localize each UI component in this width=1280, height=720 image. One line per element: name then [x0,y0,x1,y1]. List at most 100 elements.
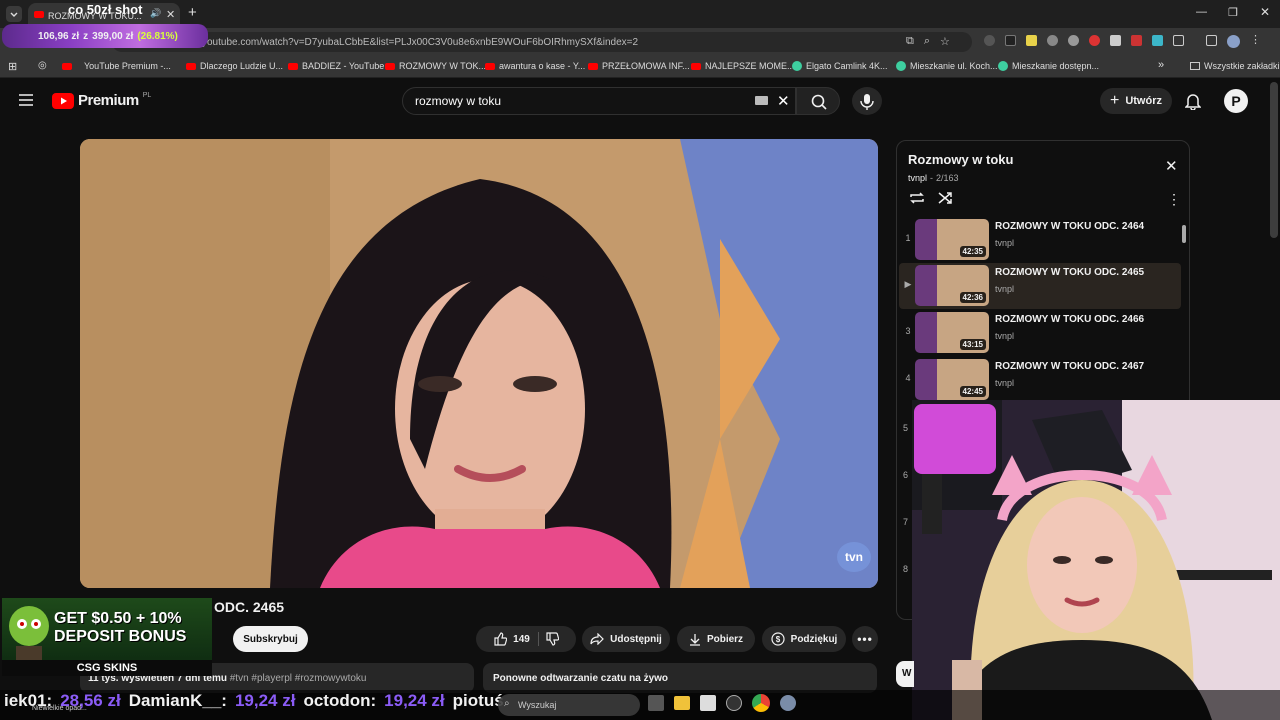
bookmark-item[interactable]: Mieszkanie dostępn... [998,61,1099,71]
search-query: rozmowy w toku [415,94,502,108]
address-bar-actions: ⧉ ⌕ ☆ [906,35,950,48]
store-icon[interactable] [700,695,716,711]
thanks-button[interactable]: $ Podziękuj [762,626,846,652]
taskbar-search[interactable]: ⌕ Wyszukaj [498,694,640,716]
search-button[interactable] [796,87,840,115]
duration-badge: 42:45 [959,386,986,397]
extension-icon[interactable] [1152,35,1163,46]
search-input[interactable]: rozmowy w toku ✕ [402,87,796,115]
globe-icon [896,61,906,71]
extension-shortcut-icon[interactable]: ◎ [38,60,47,71]
loop-icon[interactable] [908,190,926,206]
zoom-icon[interactable]: ⌕ [924,35,930,48]
download-button[interactable]: Pobierz [677,626,755,652]
video-player[interactable]: tvn [80,139,878,588]
reading-list-icon[interactable] [1206,35,1217,46]
close-window-button[interactable]: ✕ [1260,5,1270,19]
notifications-bell-icon[interactable] [1185,92,1201,110]
puzzle-icon[interactable] [1173,35,1184,46]
playlist-item[interactable]: 3 43:15 ROZMOWY W TOKU ODC. 2466 tvnpl [899,310,1181,356]
shuffle-icon[interactable] [937,190,955,206]
share-icon [590,633,605,645]
kebab-menu-icon[interactable]: ⋮ [1250,35,1261,48]
playlist-scrollbar[interactable] [1182,225,1186,243]
minimize-button[interactable]: — [1196,6,1207,18]
more-actions-button[interactable]: ••• [852,626,878,652]
keyboard-icon[interactable] [755,96,768,105]
bookmark-item[interactable]: ROZMOWY W TOK... [385,61,486,71]
bookmark-item[interactable]: Elgato Camlink 4K... [792,61,888,71]
all-bookmarks-folder[interactable]: Wszystkie zakładki [1190,61,1280,71]
maximize-button[interactable]: ❐ [1228,6,1238,19]
dislike-button[interactable] [545,632,559,646]
bookmark-item[interactable]: Dlaczego Ludzie U... [186,61,283,71]
weather-widget[interactable]: Niewielkie opad... [32,705,87,712]
youtube-logo[interactable]: Premium PL [52,92,151,109]
duration-badge: 43:15 [959,339,986,350]
playlist-item-index: 1 [905,233,911,243]
extension-icon[interactable] [1068,35,1079,46]
bookmark-item[interactable]: PRZEŁOMOWA INF... [588,61,690,71]
tab-search-button[interactable] [6,6,22,22]
clock-app-icon[interactable] [726,695,742,711]
extension-icon[interactable] [1005,35,1016,46]
playlist-item-index: 3 [905,326,911,336]
bookmark-item[interactable]: Mieszkanie ul. Koch... [896,61,998,71]
star-bookmark-icon[interactable]: ☆ [940,35,950,48]
extension-icon[interactable] [1089,35,1100,46]
file-explorer-icon[interactable] [674,696,690,710]
webcam-feed [912,400,1280,720]
extension-icon[interactable] [984,35,995,46]
like-button[interactable]: 149 [493,632,539,646]
playlist-channel[interactable]: tvnpl [908,173,927,183]
subscribe-button[interactable]: Subskrybuj [233,626,308,652]
like-count: 149 [513,633,530,645]
webcam-overlay [912,400,1280,720]
shield-icon[interactable] [1110,35,1121,46]
bookmark-item[interactable]: YouTube Premium -... [62,61,171,71]
extension-icon[interactable] [1131,35,1142,46]
task-view-icon[interactable] [648,695,664,711]
speaker-icon[interactable]: 🔊 [150,8,161,19]
live-chat-replay[interactable]: Ponowne odtwarzanie czatu na żywo [483,663,877,693]
settings-gear-icon[interactable] [780,695,796,711]
apps-grid-icon[interactable]: ⊞ [8,60,17,73]
create-button[interactable]: + Utwórz [1100,88,1172,114]
chrome-icon[interactable] [752,694,770,712]
playlist-item[interactable]: 4 42:45 ROZMOWY W TOKU ODC. 2467 tvnpl [899,357,1181,403]
playlist-thumbnail: 42:35 [915,219,989,260]
playlist-item[interactable]: 1 42:35 ROZMOWY W TOKU ODC. 2464 tvnpl [899,217,1181,263]
playlist-menu-icon[interactable]: ⋮ [1167,191,1181,208]
taskbar-apps [648,694,796,712]
chevron-right-icon[interactable]: » [1158,59,1164,71]
bookmark-item[interactable]: BADDIEZ - YouTube [288,61,384,71]
partial-button[interactable]: W [896,661,914,687]
like-dislike-group: 149 [476,626,576,652]
address-bar[interactable]: youtube.com/watch?v=D7yubaLCbbE&list=PLJ… [112,32,972,52]
bookmark-item[interactable]: awantura o kase - Y... [485,61,585,71]
bookmark-item[interactable]: NAJLEPSZE MOME... [691,61,795,71]
playlist-item-channel: tvnpl [995,238,1015,248]
playlist-item-channel: tvnpl [995,331,1015,341]
playlist-item-active[interactable]: ▶ 42:36 ROZMOWY W TOKU ODC. 2465 tvnpl [899,263,1181,309]
install-icon[interactable]: ⧉ [906,35,914,48]
ad-line-1: GET $0.50 + 10% [54,610,182,627]
youtube-favicon-icon [186,62,196,70]
now-playing-icon: ▶ [904,279,912,289]
page-scrollbar[interactable] [1270,82,1278,238]
clear-search-icon[interactable]: ✕ [777,92,790,110]
extension-icon[interactable] [1047,35,1058,46]
playlist-item-index: 7 [903,517,909,527]
zombie-mascot-icon [9,606,49,662]
new-tab-button[interactable]: + [188,4,197,21]
profile-avatar[interactable] [1227,35,1240,48]
account-avatar[interactable]: P [1224,89,1248,113]
close-playlist-icon[interactable]: ✕ [1165,157,1178,175]
ticker-donor: DamianK__: [128,691,227,710]
close-tab-icon[interactable]: ✕ [166,8,175,21]
voice-search-button[interactable] [852,87,882,115]
hamburger-menu-icon[interactable] [19,93,33,107]
playlist-item-channel: tvnpl [995,284,1015,294]
share-button[interactable]: Udostępnij [582,626,670,652]
extension-icon[interactable] [1026,35,1037,46]
